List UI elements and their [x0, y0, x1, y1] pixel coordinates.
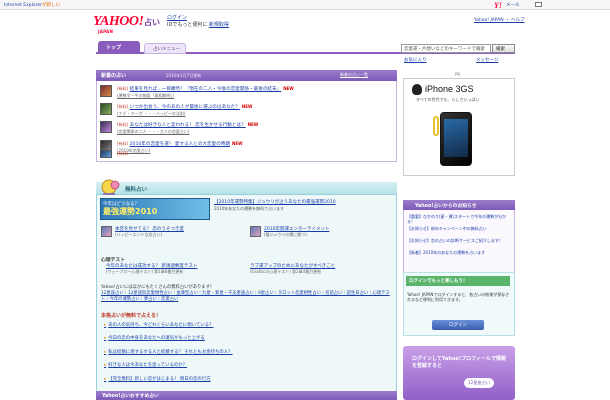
mail-link[interactable]: メール	[506, 2, 520, 8]
free-fortunes-title: 無料占い	[125, 187, 148, 193]
profile-promo-text: ログインしてYahoo!プロフィールで情報を登録すると	[412, 356, 506, 369]
login-button[interactable]: ログイン	[432, 320, 484, 330]
favorite-link[interactable]: お気に入り	[404, 58, 427, 63]
psychology-test-heading: 心理テスト	[101, 258, 125, 263]
recommended-heading: Yahoo!占いおすすめ占い	[96, 391, 397, 400]
login-area: ログイン IDでもっと便利に 新規取得	[167, 15, 229, 29]
new-badge: NEW	[247, 122, 259, 127]
paid-fortune-link[interactable]: 私は結婚に適するする人と結婚する？ それともお金持ちの人？	[104, 349, 232, 355]
crystal-ball-icon	[101, 179, 120, 195]
notice-item[interactable]: 【お知らせ】新年キャンペーン中の無料占い	[407, 226, 513, 231]
paid-fortune-link[interactable]: 好きな人は今あなたを思っているのか？	[104, 362, 187, 368]
envelope-icon[interactable]	[535, 2, 542, 7]
news-subtitle[interactable]: (運勢学・今の物語「真相解明」)	[117, 93, 174, 99]
banner-big-text: 最強運勢2010	[103, 207, 158, 216]
notice-heading: Yahoo!占いからのお知らせ	[403, 200, 515, 210]
new-badge: NEW	[241, 104, 253, 109]
news-item[interactable]: [有料] あなたは好きな人と変われる！ 恋を生かせる行動とは？ NEW (恋愛関係…	[100, 121, 390, 139]
notice-item[interactable]: 【新着】2010年のあなたの運勢を占います	[407, 250, 513, 255]
header-right-links[interactable]: Yahoo! JAPAN ・ ヘルプ	[474, 17, 525, 23]
login-promo-heading: ログインでもっと楽しもう！	[406, 276, 510, 286]
free-fortune-sub: (猫ジュウリの運に勝つ)	[264, 232, 307, 237]
news-thumbnail[interactable]	[100, 85, 112, 97]
login-link[interactable]: ログイン	[167, 15, 229, 22]
paid-fortune-link[interactable]: 今日の恋の中身をあなたへの運気がもっと上がる	[104, 335, 205, 341]
free-fortune-thumbnail[interactable]	[250, 226, 261, 237]
banner-link[interactable]: 【2010年運勢特集】ジュウリが占うあなたの最強運勢2010	[214, 199, 394, 205]
new-fortunes-date: 2010年1月7日更新	[166, 73, 202, 78]
banner-description: 2010年あなたの運勢を無料で占います	[214, 206, 285, 211]
news-thumbnail[interactable]	[100, 150, 112, 158]
profile-promo-banner[interactable]	[403, 346, 515, 400]
news-thumbnail[interactable]	[100, 103, 112, 115]
news-subtitle[interactable]: (恋愛関係の二人 ・・・大人の恋愛占い)	[117, 129, 189, 135]
free-links-list[interactable]: 12星座占い｜12星座別恋愛相性占い｜血液型占い｜九星・紫星・干支星座占い｜9星…	[101, 291, 391, 303]
login-benefit: IDでもっと便利に	[167, 22, 208, 28]
news-thumbnail[interactable]	[100, 121, 112, 133]
search-button[interactable]: 検索	[492, 44, 515, 53]
news-item[interactable]: [有料] 結果を見れば…一目瞭然！『現在の二人・今後の恋愛関係・最後の結末』 NE…	[100, 85, 390, 103]
iphone-image[interactable]	[440, 112, 472, 166]
news-title-link[interactable]: 結果を見れば…一目瞭然！『現在の二人・今後の恋愛関係・最後の結末』	[130, 87, 282, 92]
fortune-2010-banner[interactable]: 今年はどうなる？ 最強運勢2010	[100, 198, 210, 220]
yahoo-logo[interactable]: YAHOO!	[93, 14, 144, 30]
new-badge: NEW	[231, 141, 243, 146]
news-title-link[interactable]: 2010年の恋愛を運！ 愛する人との大恋愛の時期	[130, 142, 230, 147]
search-input[interactable]: 恋愛運・片想いなどのキーワードで検索	[401, 44, 491, 53]
news-title-link[interactable]: あなたは好きな人と変われる！ 恋を生かせる行動とは？	[130, 123, 246, 128]
new-badge: NEW	[283, 86, 294, 91]
help-links: お気に入り メッセージ	[404, 57, 516, 63]
paid-fortune-link[interactable]: あの人の気持ち、今どれくらいあなたに傾いている？	[104, 322, 213, 328]
free-fortune-links: Yahoo!占いにはほかにもたくさんの無料占いがあります！ 12星座占い｜12星…	[101, 285, 391, 303]
yahoo-mini-icon[interactable]: Y!	[494, 1, 502, 10]
notice-item[interactable]: 【お知らせ】恋の占いの診断サービスご紹介します！	[407, 238, 513, 243]
free-fortune-thumbnail[interactable]	[101, 226, 112, 237]
tab-fortune-menu[interactable]: 占いメニュー	[144, 43, 186, 54]
paid-fortune-link[interactable]: 【完全無料】新しい恋がはじまる！ 明日の恋の行方	[104, 376, 210, 382]
news-title-link[interactable]: いつか出会う、今のあの人が最後に選ぶのはあなた？	[130, 105, 240, 110]
yahoo-logo-sub: JAPAN	[98, 29, 114, 34]
apple-logo-icon	[412, 84, 422, 95]
new-fortunes-title: 新着の占い	[101, 73, 127, 79]
zodiac-badge[interactable]: 12星座占い	[464, 378, 494, 388]
psychology-test-sub: (ウェーブロー心理テスト) 第1章8番目更新	[106, 269, 184, 274]
psychology-test-sub: (Gratticの心理テスト) 第2章4番目更新	[250, 269, 322, 274]
news-subtitle[interactable]: (ナデ・マーガ ・・・ハッピーの法則)	[117, 111, 185, 117]
register-link[interactable]: 新規取得	[209, 22, 229, 28]
message-link[interactable]: メッセージ	[476, 57, 498, 63]
new-fortunes-more-link[interactable]: 新着の占い一覧	[340, 72, 368, 78]
ie-notice-link[interactable]: Internet Explorerが新しい	[4, 2, 60, 8]
free-fortune-sub: (ハッピーエンドな恋占い)	[115, 232, 163, 237]
ad-copy: すべての世代でも、らしさいっぱい	[416, 97, 480, 102]
tab-top[interactable]: トップ	[98, 41, 140, 54]
utility-bar: Internet Explorerが新しい Y! メール	[0, 0, 610, 10]
login-promo-text: Yahoo! JAPANでログインすると、各占いの結果が保存されるなど便利に利用…	[407, 292, 510, 302]
ad-title[interactable]: iPhone 3GS	[425, 84, 474, 94]
notice-item[interactable]: 【重要】ひかのり(星・運)スタートで今年の運勢が分かる！	[407, 214, 513, 224]
news-item[interactable]: [有料]	[100, 150, 390, 160]
news-item[interactable]: [有料] いつか出会う、今のあの人が最後に選ぶのはあなた？ NEW (ナデ・マーガ…	[100, 103, 390, 121]
phone-strap-icon	[433, 116, 439, 136]
paid-fortunes-heading: 本格占いが無料で占える！	[101, 313, 161, 319]
ad-label: PR	[455, 72, 461, 77]
service-name: 占い	[144, 18, 160, 27]
